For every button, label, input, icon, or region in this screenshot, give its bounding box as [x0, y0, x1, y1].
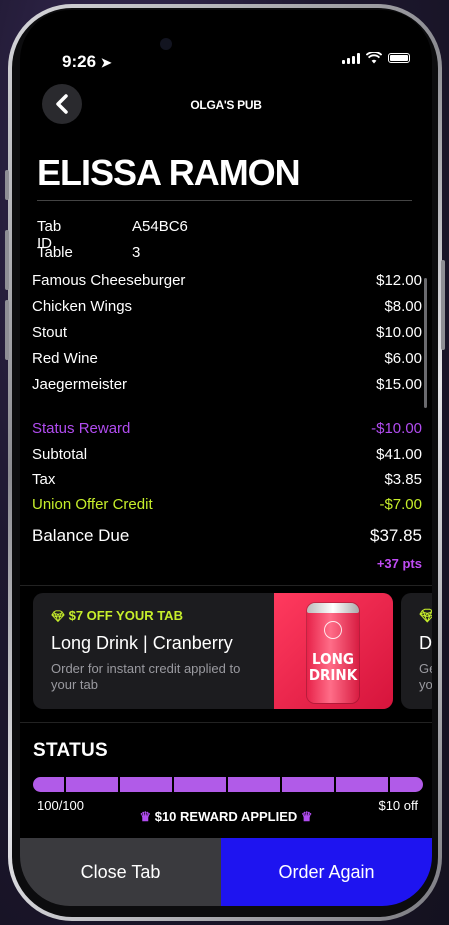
volume-down-button [5, 300, 9, 360]
product-image: LONG DRINK [274, 593, 393, 709]
app-screen: 9:26 ➤ OLGA'S PUB ELISSA RAMON Tab ID A5… [20, 10, 432, 906]
status-reward-label: Status Reward [32, 420, 131, 437]
guest-name: ELISSA RAMON [37, 152, 301, 193]
signal-icon [342, 52, 360, 64]
offer-description: Ge you [419, 661, 432, 692]
offer-product-name: Do [419, 633, 432, 653]
status-progress-bar [33, 777, 423, 792]
diamond-icon: 💎︎ [51, 611, 65, 623]
progress-tick [226, 777, 228, 792]
offer-product-name: Long Drink | Cranberry [51, 633, 233, 653]
union-credit-value: -$7.00 [379, 496, 422, 513]
line-item-name: Stout [32, 324, 68, 341]
balance-value: $37.85 [370, 526, 422, 545]
status-bar: 9:26 ➤ [20, 10, 432, 71]
points-earned: +37 pts [376, 556, 422, 571]
offer-title: 💎︎ $7 OFF YOUR TAB [51, 608, 183, 623]
progress-tick [388, 777, 390, 792]
union-credit-label: Union Offer Credit [32, 496, 153, 513]
reward-applied-label: ♛ $10 REWARD APPLIED ♛ [139, 809, 313, 824]
divider [37, 200, 412, 201]
line-item-price: $6.00 [384, 350, 422, 367]
crown-icon: ♛ [300, 809, 313, 824]
tax-label: Tax [32, 471, 56, 488]
progress-tick [118, 777, 120, 792]
line-item-name: Jaegermeister [32, 376, 128, 393]
diamond-icon: 💎︎ [419, 608, 432, 623]
line-item-price: $15.00 [376, 376, 422, 393]
front-camera [160, 38, 172, 50]
subtotal-label: Subtotal [32, 446, 88, 463]
line-item-price: $8.00 [384, 298, 422, 315]
volume-up-button [5, 230, 9, 290]
scrollbar[interactable] [424, 278, 427, 408]
tax-value: $3.85 [384, 471, 422, 488]
table-value: 3 [132, 244, 141, 261]
can-lid [307, 603, 359, 613]
line-item-price: $10.00 [376, 324, 422, 341]
mute-switch [5, 170, 9, 200]
venue-title: OLGA'S PUB [190, 98, 262, 112]
close-tab-button[interactable]: Close Tab [20, 838, 221, 906]
wifi-icon [366, 52, 382, 64]
brand-logo [324, 621, 342, 639]
clock: 9:26 ➤ [62, 52, 112, 71]
drink-can-image: LONG DRINK [307, 603, 359, 703]
tab-id-value: A54BC6 [132, 218, 188, 235]
offer-description: Order for instant credit applied to your… [51, 661, 241, 692]
action-bar: Close Tab Order Again [20, 838, 432, 906]
subtotal-value: $41.00 [376, 446, 422, 463]
battery-icon [388, 53, 410, 63]
status-icons [342, 52, 410, 64]
table-label: Table [37, 244, 73, 261]
progress-tick [334, 777, 336, 792]
can-label: LONG DRINK [308, 650, 358, 684]
line-item-name: Famous Cheeseburger [32, 272, 186, 289]
crown-icon: ♛ [139, 809, 152, 824]
status-reward-value: -$10.00 [371, 420, 422, 437]
balance-label: Balance Due [32, 526, 130, 545]
offer-card[interactable]: 💎︎ $7 OFF YOUR TAB Long Drink | Cranberr… [33, 593, 393, 709]
progress-tick [172, 777, 174, 792]
divider [20, 722, 432, 723]
line-item-price: $12.00 [376, 272, 422, 289]
offer-card[interactable]: 💎︎ Do Ge you [401, 593, 432, 709]
order-again-button[interactable]: Order Again [221, 838, 432, 906]
location-arrow-icon: ➤ [100, 55, 112, 70]
progress-tick [64, 777, 66, 792]
power-button [441, 260, 445, 350]
divider [20, 585, 432, 586]
progress-tick [280, 777, 282, 792]
line-item-name: Chicken Wings [32, 298, 133, 315]
line-item-name: Red Wine [32, 350, 98, 367]
status-heading: STATUS [33, 740, 108, 761]
